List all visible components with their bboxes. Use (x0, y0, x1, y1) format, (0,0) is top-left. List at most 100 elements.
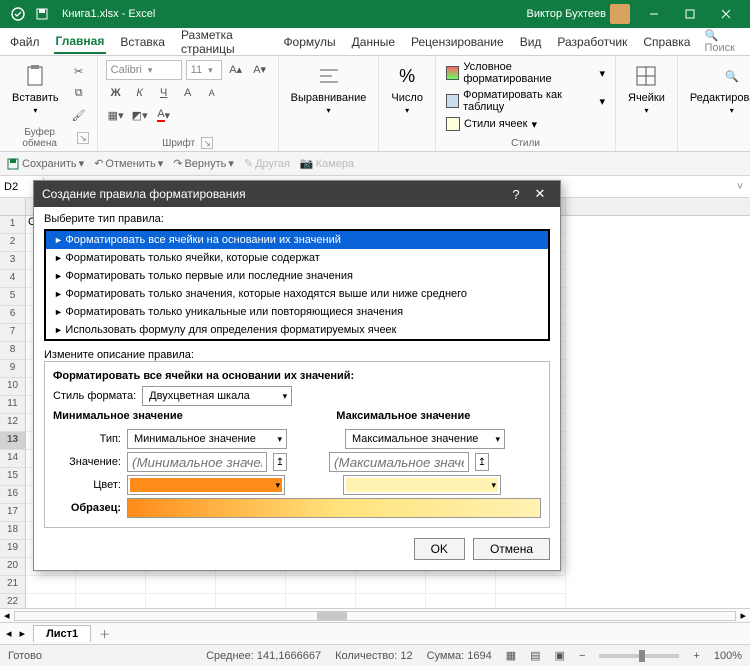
rule-type-item[interactable]: Форматировать только уникальные или повт… (46, 303, 548, 321)
fill-color-button[interactable]: ◩▾ (130, 106, 150, 124)
format-style-select[interactable]: Двухцветная шкала (142, 386, 292, 406)
tab-insert[interactable]: Вставка (118, 31, 167, 53)
row-header[interactable]: 1 (0, 216, 26, 234)
dialog-title-bar[interactable]: Создание правила форматирования ? ✕ (34, 181, 560, 207)
save-icon[interactable] (30, 3, 54, 25)
cut-button[interactable]: ✂ (69, 62, 89, 80)
increase-font-icon[interactable]: A▴ (226, 60, 246, 78)
qat-redo[interactable]: ↷ Вернуть ▾ (173, 157, 234, 170)
max-value-ref-picker[interactable]: ↥ (475, 453, 489, 471)
zoom-slider[interactable] (599, 654, 679, 658)
font-shrink-icon[interactable]: A (202, 84, 222, 102)
tab-developer[interactable]: Разработчик (555, 31, 629, 53)
tab-review[interactable]: Рецензирование (409, 31, 506, 53)
row-header[interactable]: 18 (0, 522, 26, 540)
rule-type-item[interactable]: Форматировать все ячейки на основании их… (46, 231, 548, 249)
formula-expand[interactable]: ˅ (730, 178, 750, 196)
rule-type-item[interactable]: Использовать формулу для определения фор… (46, 321, 548, 339)
view-normal-icon[interactable]: ▦ (506, 649, 516, 662)
editing-button[interactable]: 🔍 Редактирование▾ (686, 60, 750, 117)
row-header[interactable]: 21 (0, 576, 26, 594)
cell[interactable] (426, 576, 496, 594)
cell[interactable] (356, 594, 426, 608)
autosave-toggle[interactable] (6, 3, 30, 25)
row-header[interactable]: 13 (0, 432, 26, 450)
cell[interactable] (286, 576, 356, 594)
copy-button[interactable]: ⧉ (69, 84, 89, 102)
cell[interactable] (426, 594, 496, 608)
font-color-button[interactable]: A▾ (154, 106, 174, 124)
qat-save[interactable]: Сохранить ▾ (6, 157, 84, 171)
font-grow-icon[interactable]: A (178, 84, 198, 102)
view-break-icon[interactable]: ▣ (555, 649, 565, 662)
clipboard-launcher[interactable]: ↘ (77, 132, 88, 144)
tab-file[interactable]: Файл (8, 31, 42, 53)
cell[interactable] (356, 576, 426, 594)
dialog-close-button[interactable]: ✕ (528, 186, 552, 202)
cell[interactable] (146, 576, 216, 594)
cell[interactable] (26, 576, 76, 594)
cell[interactable] (496, 594, 566, 608)
tab-view[interactable]: Вид (518, 31, 544, 53)
cancel-button[interactable]: Отмена (473, 538, 550, 560)
row-header[interactable]: 7 (0, 324, 26, 342)
row-header[interactable]: 4 (0, 270, 26, 288)
cell[interactable] (216, 576, 286, 594)
rule-type-item[interactable]: Форматировать только первые или последни… (46, 267, 548, 285)
cell[interactable] (26, 594, 76, 608)
number-format-button[interactable]: % Число▾ (387, 60, 427, 117)
italic-button[interactable]: К (130, 84, 150, 102)
sheet-nav-prev[interactable]: ◂ (6, 627, 12, 640)
tab-home[interactable]: Главная (54, 30, 107, 54)
row-header[interactable]: 22 (0, 594, 26, 608)
row-header[interactable]: 9 (0, 360, 26, 378)
row-header[interactable]: 2 (0, 234, 26, 252)
row-header[interactable]: 15 (0, 468, 26, 486)
row-header[interactable]: 19 (0, 540, 26, 558)
row-header[interactable]: 17 (0, 504, 26, 522)
select-all-corner[interactable] (0, 198, 26, 215)
font-launcher[interactable]: ↘ (201, 137, 213, 149)
row-header[interactable]: 8 (0, 342, 26, 360)
min-type-select[interactable]: Минимальное значение (127, 429, 287, 449)
paste-button[interactable]: Вставить ▾ (8, 60, 63, 117)
minimize-button[interactable] (636, 0, 672, 28)
border-button[interactable]: ▦▾ (106, 106, 126, 124)
row-header[interactable]: 5 (0, 288, 26, 306)
alignment-button[interactable]: Выравнивание▾ (287, 60, 371, 117)
format-painter-button[interactable]: 🖌 (69, 106, 89, 124)
zoom-in[interactable]: + (693, 650, 699, 662)
cell[interactable] (216, 594, 286, 608)
cell[interactable] (76, 594, 146, 608)
view-page-icon[interactable]: ▤ (530, 649, 540, 662)
tell-me-search[interactable]: 🔍 Поиск (704, 29, 742, 54)
min-value-input[interactable] (127, 452, 267, 472)
rule-type-item[interactable]: Форматировать только значения, которые н… (46, 285, 548, 303)
row-header[interactable]: 16 (0, 486, 26, 504)
ok-button[interactable]: OK (414, 538, 465, 560)
cell[interactable] (146, 594, 216, 608)
bold-button[interactable]: Ж (106, 84, 126, 102)
sheet-tab[interactable]: Лист1 (33, 625, 91, 642)
tab-page-layout[interactable]: Разметка страницы (179, 24, 270, 60)
cell[interactable] (286, 594, 356, 608)
cell[interactable] (496, 576, 566, 594)
format-as-table-button[interactable]: Форматировать как таблицу ▾ (444, 88, 607, 114)
row-header[interactable]: 20 (0, 558, 26, 576)
max-type-select[interactable]: Максимальное значение (345, 429, 505, 449)
min-color-select[interactable] (127, 475, 285, 495)
zoom-out[interactable]: − (579, 650, 585, 662)
qat-undo[interactable]: ↶ Отменить ▾ (94, 157, 163, 170)
row-header[interactable]: 10 (0, 378, 26, 396)
tab-data[interactable]: Данные (350, 31, 397, 53)
cells-button[interactable]: Ячейки▾ (624, 60, 669, 117)
row-header[interactable]: 11 (0, 396, 26, 414)
dialog-help-button[interactable]: ? (504, 187, 528, 202)
zoom-level[interactable]: 100% (714, 650, 742, 662)
sheet-nav-next[interactable]: ▸ (20, 627, 26, 640)
font-size-combo[interactable]: 11 (186, 60, 222, 80)
tab-help[interactable]: Справка (641, 31, 692, 53)
close-button[interactable] (708, 0, 744, 28)
tab-formulas[interactable]: Формулы (281, 31, 337, 53)
max-color-select[interactable] (343, 475, 501, 495)
